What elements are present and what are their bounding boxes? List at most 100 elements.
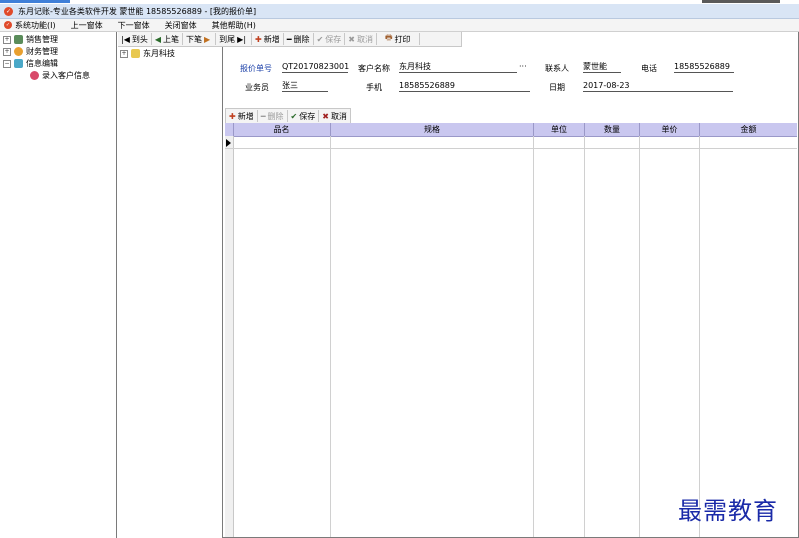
contact-field[interactable]: 蒙世能 — [583, 62, 621, 73]
prev-icon: ◀ — [154, 34, 162, 44]
top-strip-dark — [702, 0, 780, 3]
title-bar: ✓ 东月记账-专业各类软件开发 蒙世能 18585526889 - [我的报价单… — [0, 4, 799, 19]
add-icon: ✚ — [255, 34, 262, 44]
tree-item-company[interactable]: + 东月科技 — [120, 48, 175, 59]
folder-icon — [131, 49, 140, 58]
phone-field[interactable]: 18585526889 — [674, 62, 734, 73]
tree-item-label: 销售管理 — [26, 35, 58, 44]
grid-delete-label: 删除 — [267, 111, 284, 121]
app-icon: ✓ — [4, 6, 13, 16]
next-label: 下笔 — [186, 34, 203, 44]
delete-label: 删除 — [293, 34, 310, 44]
col-header-price[interactable]: 单价 — [640, 123, 700, 136]
col-header-spec[interactable]: 规格 — [331, 123, 534, 136]
save-label: 保存 — [325, 34, 342, 44]
grid-delete-button[interactable]: ━ 删除 — [258, 110, 288, 122]
menu-app-icon: ✓ — [4, 21, 12, 29]
tree-item-finance[interactable]: + 财务管理 — [3, 46, 58, 57]
grid-cancel-label: 取消 — [330, 111, 347, 121]
contact-label: 联系人 — [545, 64, 569, 73]
tree-item-label: 财务管理 — [26, 47, 58, 56]
grid-column — [640, 136, 700, 537]
quote-no-field[interactable]: QT20170823001 — [282, 62, 349, 73]
mobile-field[interactable]: 18585526889 — [399, 81, 530, 92]
save-icon: ✔ — [316, 34, 324, 44]
date-field[interactable]: 2017-08-23 — [583, 81, 733, 92]
finance-icon — [14, 47, 23, 56]
menu-next-window[interactable]: 下一窗体 — [118, 20, 150, 31]
mobile-label: 手机 — [366, 83, 382, 92]
menu-bar: ✓ 系统功能(I) 上一窗体 下一窗体 关闭窗体 其他帮助(H) — [0, 19, 799, 32]
menu-system[interactable]: 系统功能(I) — [15, 20, 56, 31]
window-title: 东月记账-专业各类软件开发 蒙世能 18585526889 - [我的报价单] — [18, 6, 257, 16]
cancel-icon: ✖ — [348, 34, 355, 44]
menu-help[interactable]: 其他帮助(H) — [212, 20, 256, 31]
add-icon: ✚ — [229, 111, 236, 121]
col-header-name[interactable]: 品名 — [233, 123, 331, 136]
cancel-label: 取消 — [356, 34, 373, 44]
tree-item-sales[interactable]: + 销售管理 — [3, 34, 58, 45]
date-label: 日期 — [549, 83, 565, 92]
delete-button[interactable]: ━ 删除 — [284, 33, 314, 45]
top-strip-accent — [0, 0, 70, 3]
last-button[interactable]: 到尾 ▶| — [216, 33, 253, 45]
tree-item-label: 东月科技 — [143, 49, 175, 58]
grid-toolbar: ✚ 新增 ━ 删除 ✔ 保存 ✖ 取消 — [225, 108, 351, 124]
items-grid[interactable]: 品名 规格 单位 数量 单价 金额 — [225, 123, 797, 537]
customer-entry-icon — [30, 71, 39, 80]
customer-field[interactable]: 东月科技 — [399, 62, 517, 73]
delete-icon: ━ — [260, 111, 266, 121]
quote-no-label: 报价单号 — [240, 64, 272, 73]
menu-close-window[interactable]: 关闭窗体 — [165, 20, 197, 31]
watermark-text: 最需教育 — [678, 497, 778, 525]
print-button[interactable]: 🖶 打印 — [377, 33, 420, 45]
grid-cancel-button[interactable]: ✖ 取消 — [319, 110, 350, 122]
customer-lookup-button[interactable]: ··· — [519, 62, 527, 71]
grid-save-button[interactable]: ✔ 保存 — [288, 110, 320, 122]
salesman-field[interactable]: 张三 — [282, 81, 328, 92]
grid-add-label: 新增 — [237, 111, 254, 121]
tree-item-entry[interactable]: 录入客户信息 — [30, 70, 90, 81]
col-header-unit[interactable]: 单位 — [534, 123, 585, 136]
phone-label: 电话 — [641, 64, 657, 73]
menu-prev-window[interactable]: 上一窗体 — [71, 20, 103, 31]
salesman-label: 业务员 — [245, 83, 269, 92]
tree-item-label: 录入客户信息 — [42, 71, 90, 80]
company-tree-pane: + 东月科技 — [117, 32, 223, 538]
nav-tree-pane: + 销售管理 + 财务管理 − 信息编辑 录入客户信息 — [0, 32, 117, 538]
quote-form: 报价单号 QT20170823001 客户名称 东月科技 ··· 联系人 蒙世能… — [223, 47, 797, 107]
expand-icon[interactable]: + — [3, 47, 11, 56]
delete-icon: ━ — [286, 34, 292, 44]
first-button[interactable]: |◀ 到头 — [118, 33, 152, 45]
grid-column — [585, 136, 640, 537]
cancel-button[interactable]: ✖ 取消 — [345, 33, 377, 45]
col-header-qty[interactable]: 数量 — [585, 123, 640, 136]
save-button[interactable]: ✔ 保存 — [314, 33, 346, 45]
expand-icon[interactable]: + — [3, 35, 11, 44]
sales-icon — [14, 35, 23, 44]
grid-add-button[interactable]: ✚ 新增 — [226, 110, 258, 122]
customer-label: 客户名称 — [358, 64, 390, 73]
expand-icon[interactable]: + — [120, 49, 128, 58]
tree-item-info[interactable]: − 信息编辑 — [3, 58, 58, 69]
collapse-icon[interactable]: − — [3, 59, 11, 68]
first-label: 到头 — [131, 34, 148, 44]
nav-toolbar: |◀ 到头 ◀ 上笔 下笔 ▶ 到尾 ▶| ✚ 新增 ━ 删除 ✔ 保存 ✖ 取消 🖶 打印 — [118, 32, 462, 47]
last-icon: ▶| — [237, 34, 247, 44]
next-button[interactable]: 下笔 ▶ — [183, 33, 217, 45]
grid-save-label: 保存 — [299, 111, 316, 121]
tree-item-label: 信息编辑 — [26, 59, 58, 68]
table-row[interactable] — [225, 137, 797, 149]
grid-header: 品名 规格 单位 数量 单价 金额 — [225, 123, 797, 137]
col-header-amount[interactable]: 金额 — [700, 123, 797, 136]
add-button[interactable]: ✚ 新增 — [252, 33, 284, 45]
prev-label: 上笔 — [163, 34, 180, 44]
add-label: 新增 — [263, 34, 280, 44]
prev-button[interactable]: ◀ 上笔 — [152, 33, 184, 45]
next-icon: ▶ — [204, 34, 211, 44]
grid-column — [233, 136, 331, 537]
print-label: 打印 — [394, 34, 411, 44]
printer-icon: 🖶 — [384, 33, 393, 42]
grid-column — [534, 136, 585, 537]
save-icon: ✔ — [290, 111, 298, 121]
